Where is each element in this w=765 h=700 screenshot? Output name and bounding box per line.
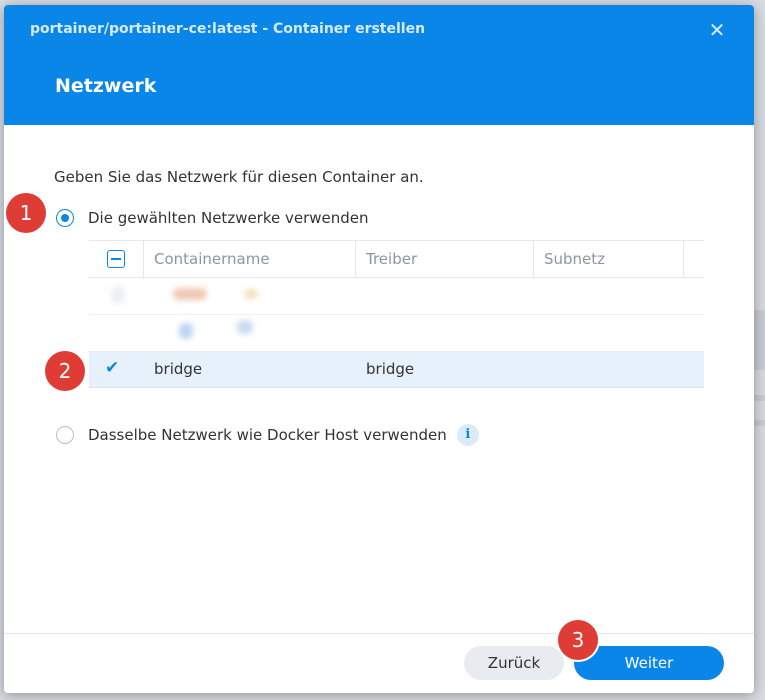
annotation-marker-1: 1 bbox=[6, 193, 46, 233]
close-icon[interactable]: ✕ bbox=[704, 17, 730, 43]
create-container-dialog: portainer/portainer-ce:latest - Containe… bbox=[4, 5, 754, 693]
radio-host-network-control[interactable] bbox=[56, 426, 74, 444]
table-row[interactable]: ✔ bridge bridge bbox=[89, 351, 704, 388]
description-text: Geben Sie das Netzwerk für diesen Contai… bbox=[54, 168, 424, 186]
next-button[interactable]: Weiter bbox=[574, 646, 724, 680]
radio-selected-networks-control[interactable] bbox=[56, 209, 74, 227]
column-header-treiber[interactable]: Treiber bbox=[366, 241, 417, 277]
cell-treiber: bridge bbox=[366, 360, 415, 378]
annotation-marker-2: 2 bbox=[45, 351, 85, 391]
radio-host-network[interactable]: Dasselbe Netzwerk wie Docker Host verwen… bbox=[56, 424, 479, 446]
column-header-containername[interactable]: Containername bbox=[154, 241, 270, 277]
step-title: Netzwerk bbox=[55, 75, 157, 97]
dialog-header: portainer/portainer-ce:latest - Containe… bbox=[4, 5, 754, 125]
select-all-checkbox[interactable] bbox=[107, 250, 125, 268]
radio-host-network-label: Dasselbe Netzwerk wie Docker Host verwen… bbox=[88, 426, 447, 444]
table-header: Containername Treiber Subnetz bbox=[89, 240, 704, 278]
column-header-subnetz[interactable]: Subnetz bbox=[544, 241, 605, 277]
blurred-row bbox=[89, 315, 704, 351]
row-checkbox[interactable]: ✔ bbox=[105, 359, 123, 377]
blurred-row bbox=[89, 278, 704, 315]
info-icon[interactable]: i bbox=[456, 424, 479, 446]
dialog-footer: Zurück Weiter bbox=[4, 633, 754, 693]
radio-selected-networks-label: Die gewählten Netzwerke verwenden bbox=[88, 209, 369, 227]
radio-selected-networks[interactable]: Die gewählten Netzwerke verwenden bbox=[56, 209, 369, 227]
annotation-marker-3: 3 bbox=[558, 620, 598, 660]
back-button[interactable]: Zurück bbox=[464, 646, 564, 680]
dialog-content: Geben Sie das Netzwerk für diesen Contai… bbox=[4, 125, 754, 633]
cell-containername: bridge bbox=[154, 360, 203, 378]
network-table: Containername Treiber Subnetz ✔ bridge b… bbox=[89, 240, 704, 388]
window-title: portainer/portainer-ce:latest - Containe… bbox=[30, 21, 426, 37]
